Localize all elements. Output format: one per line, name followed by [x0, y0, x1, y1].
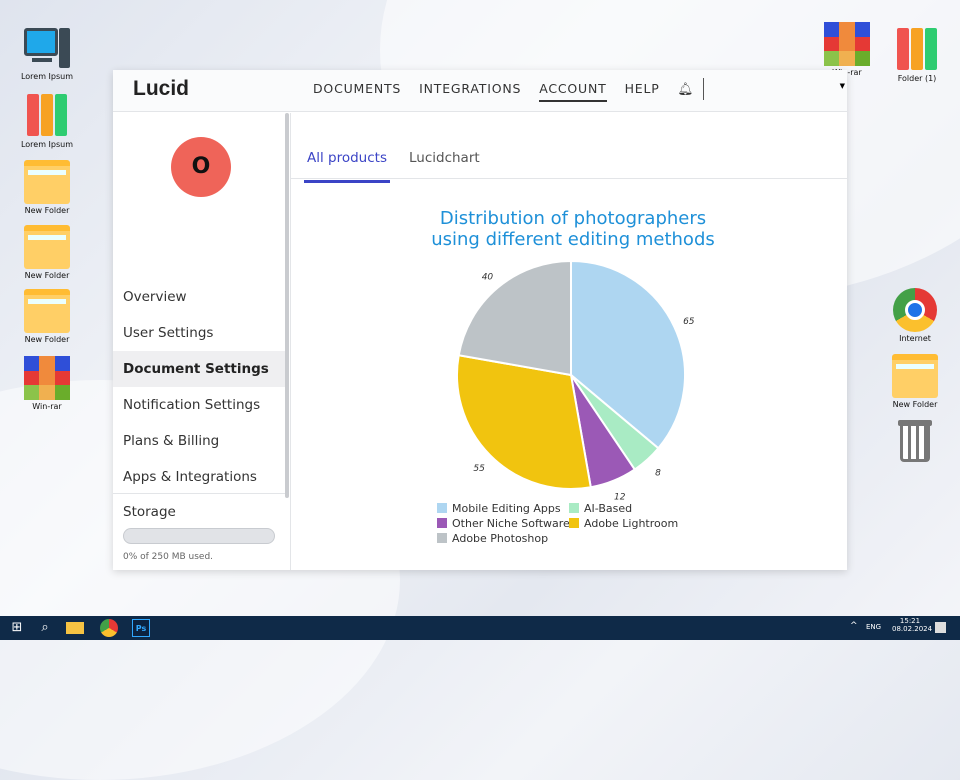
taskbar: ⊞ ⌕ Ps ^ ENG 15:21 08.02.2024: [0, 616, 960, 640]
legend-swatch: [437, 518, 447, 528]
desktop-icon-label: New Folder: [892, 400, 938, 409]
desktop-icon-folder[interactable]: New Folder: [12, 289, 82, 344]
legend-label: Other Niche Software: [452, 517, 570, 530]
chrome-icon: [892, 288, 938, 332]
trash-icon: [892, 420, 938, 464]
desktop-icon-binders[interactable]: Folder (1): [882, 28, 952, 83]
pie-chart: 658125540: [456, 259, 695, 503]
desktop-icon-label: New Folder: [24, 271, 70, 280]
legend-swatch: [437, 503, 447, 513]
desktop-icon-label: New Folder: [24, 335, 70, 344]
windows-start-icon[interactable]: ⊞: [8, 619, 26, 637]
desktop-icon-label: Win-rar: [32, 402, 62, 411]
legend-swatch: [437, 533, 447, 543]
binders-icon: [24, 94, 70, 138]
legend-label: Adobe Photoshop: [452, 532, 549, 545]
legend-swatch: [569, 518, 579, 528]
date: 08.02.2024: [892, 625, 933, 633]
computer-icon: [24, 26, 70, 70]
folder-icon: [24, 289, 70, 333]
file-explorer-icon[interactable]: [66, 622, 84, 634]
search-icon[interactable]: ⌕: [36, 619, 54, 637]
data-label: 40: [482, 272, 494, 282]
notification-icon[interactable]: [935, 622, 946, 633]
desktop-icon-folder[interactable]: New Folder: [12, 225, 82, 280]
legend-label: AI-Based: [584, 502, 633, 515]
winrar-icon: [824, 22, 870, 66]
lucid-window: Lucid DOCUMENTS INTEGRATIONS ACCOUNT HEL…: [113, 70, 847, 570]
data-label: 55: [473, 464, 485, 474]
legend-item: Adobe Photoshop: [437, 532, 548, 545]
language-indicator[interactable]: ENG: [866, 623, 881, 631]
legend-item: Mobile Editing Apps: [437, 502, 561, 515]
pie-slice-adobe-photoshop[interactable]: [457, 259, 572, 377]
legend-label: Adobe Lightroom: [584, 517, 679, 530]
desktop-icon-chrome[interactable]: Internet: [880, 288, 950, 343]
time: 15:21: [899, 617, 921, 625]
photoshop-icon[interactable]: Ps: [132, 619, 150, 637]
folder-icon: [24, 160, 70, 204]
desktop-icon-binders[interactable]: Lorem Ipsum: [12, 94, 82, 149]
legend-label: Mobile Editing Apps: [452, 502, 561, 515]
legend-swatch: [569, 503, 579, 513]
legend-item: AI-Based: [569, 502, 632, 515]
desktop-icon-folder[interactable]: New Folder: [880, 354, 950, 409]
desktop-icon-label: New Folder: [24, 206, 70, 215]
data-label: 65: [683, 317, 695, 327]
desktop-icon-label: Internet: [899, 334, 931, 343]
chevron-up-icon[interactable]: ^: [850, 621, 858, 631]
legend-item: Adobe Lightroom: [569, 517, 678, 530]
binders-icon: [894, 28, 940, 72]
desktop-icon-folder[interactable]: New Folder: [12, 160, 82, 215]
desktop-icon-winrar[interactable]: Win-rar: [12, 356, 82, 411]
winrar-icon: [24, 356, 70, 400]
chrome-icon[interactable]: [100, 619, 118, 637]
desktop-icon-winrar[interactable]: Win-rar: [812, 22, 882, 77]
folder-icon: [24, 225, 70, 269]
desktop-icon-label: Folder (1): [897, 74, 937, 83]
data-label: 8: [655, 469, 661, 479]
desktop-icon-computer[interactable]: Lorem Ipsum: [12, 26, 82, 81]
clock[interactable]: 15:21 08.02.2024: [892, 617, 933, 633]
folder-icon: [892, 354, 938, 398]
recycle-bin[interactable]: [880, 420, 950, 466]
desktop-icon-label: Lorem Ipsum: [20, 140, 74, 149]
desktop-icon-label: Lorem Ipsum: [20, 72, 74, 81]
legend-item: Other Niche Software: [437, 517, 570, 530]
